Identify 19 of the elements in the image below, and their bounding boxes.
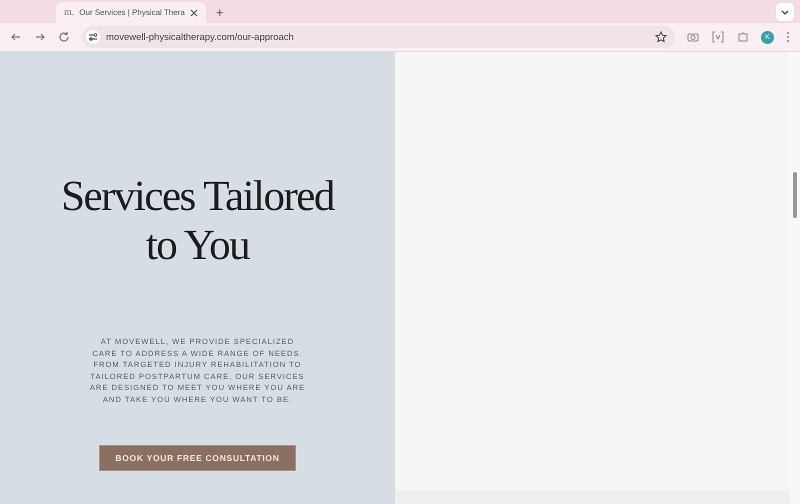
- tab-title: Our Services | Physical Thera: [79, 8, 185, 17]
- new-tab-button[interactable]: +: [212, 2, 228, 23]
- camera-icon[interactable]: [687, 31, 699, 43]
- close-icon[interactable]: [190, 8, 198, 16]
- reload-icon[interactable]: [58, 31, 70, 43]
- back-icon[interactable]: [10, 31, 22, 43]
- browser-tab[interactable]: m. Our Services | Physical Thera: [56, 2, 206, 23]
- scrollbar-thumb[interactable]: [793, 172, 797, 218]
- code-brackets-icon[interactable]: [711, 31, 725, 43]
- bookmark-star-icon[interactable]: [655, 31, 667, 43]
- site-settings-icon[interactable]: [86, 30, 100, 44]
- book-consultation-button[interactable]: BOOK YOUR FREE CONSULTATION: [99, 445, 296, 471]
- menu-icon[interactable]: [786, 31, 790, 43]
- forward-icon[interactable]: [34, 31, 46, 43]
- hero-heading: Services Tailored to You: [61, 172, 334, 270]
- url-text: movewell-physicaltherapy.com/our-approach: [106, 32, 294, 42]
- tab-favicon: m.: [64, 7, 74, 18]
- address-bar[interactable]: movewell-physicaltherapy.com/our-approach: [82, 26, 675, 48]
- tab-list-icon[interactable]: [776, 3, 794, 21]
